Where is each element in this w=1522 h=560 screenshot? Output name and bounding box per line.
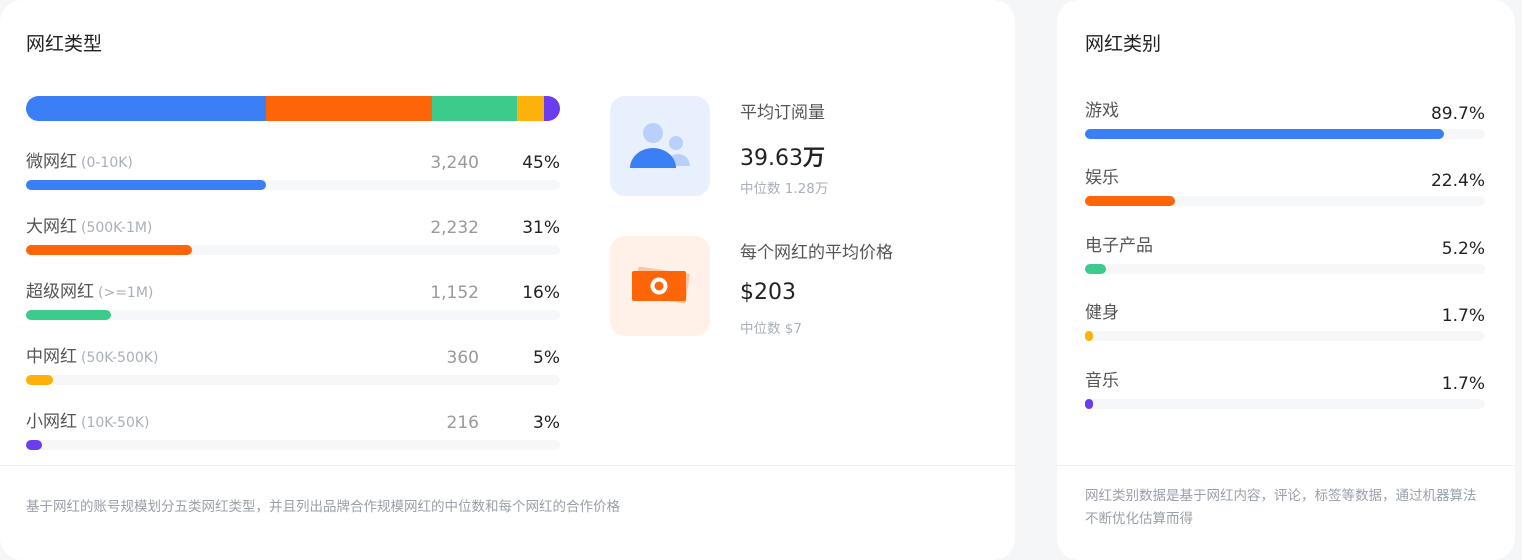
stacked-segment-super: [431, 96, 518, 121]
influencer-types-title: 网红类型: [26, 33, 103, 55]
type-count: 360: [446, 348, 479, 368]
category-progress-fill: [1085, 196, 1175, 206]
card-divider: [1057, 465, 1515, 466]
type-count: 2,232: [430, 218, 479, 238]
avg-subscribers-median: 中位数 1.28万: [740, 181, 829, 197]
type-progress-fill: [26, 310, 111, 320]
type-progress-track: [26, 310, 560, 320]
influencer-types-footnote: 基于网红的账号规模划分五类网红类型，并且列出品牌合作规模网红的中位数和每个网红的…: [26, 499, 620, 515]
category-progress-track: [1085, 129, 1485, 139]
category-percent: 5.2%: [1441, 239, 1485, 259]
type-count: 1,152: [430, 283, 479, 303]
avg-price-median: 中位数 $7: [740, 321, 802, 337]
influencer-categories-title: 网红类别: [1085, 33, 1162, 55]
influencer-types-card: 网红类型 微网红 (0-10K) 3,240 45% 大网红 (500K-1M) 2…: [0, 0, 1015, 560]
type-progress-fill: [26, 440, 42, 450]
category-progress-track: [1085, 331, 1485, 341]
type-progress-fill: [26, 245, 192, 255]
type-progress-track: [26, 245, 560, 255]
category-percent: 89.7%: [1430, 104, 1485, 124]
type-percent: 16%: [522, 283, 560, 303]
influencer-categories-card: 网红类别 游戏 89.7% 娱乐 22.4% 电子产品 5.2% 健身 1.7%…: [1057, 0, 1515, 560]
category-row-entertainment: 娱乐 22.4%: [1085, 163, 1485, 223]
type-row-super: 超级网红 (>=1M) 1,152 16%: [26, 277, 560, 337]
type-row-large: 大网红 (500K-1M) 2,232 31%: [26, 212, 560, 272]
type-name: 大网红: [26, 217, 77, 237]
category-progress-fill: [1085, 129, 1444, 139]
avg-price-value: $203: [740, 280, 796, 305]
money-icon: [610, 236, 710, 336]
category-progress-track: [1085, 399, 1485, 409]
category-name: 娱乐: [1085, 168, 1119, 188]
type-percent: 31%: [522, 218, 560, 238]
type-range: (10K-50K): [81, 415, 150, 431]
type-progress-fill: [26, 375, 53, 385]
type-progress-track: [26, 440, 560, 450]
type-range: (0-10K): [81, 155, 133, 171]
type-name: 中网红: [26, 347, 77, 367]
type-count: 216: [446, 413, 479, 433]
type-count: 3,240: [430, 153, 479, 173]
avg-subscribers-title: 平均订阅量: [740, 103, 825, 123]
category-name: 音乐: [1085, 371, 1119, 391]
category-progress-fill: [1085, 399, 1093, 409]
category-percent: 1.7%: [1441, 306, 1485, 326]
stacked-segment-medium: [517, 96, 544, 121]
influencer-categories-footnote: 网红类别数据是基于网红内容，评论，标签等数据，通过机器算法不断优化估算而得: [1085, 488, 1477, 527]
type-progress-track: [26, 180, 560, 190]
type-name: 小网红: [26, 412, 77, 432]
type-row-small: 小网红 (10K-50K) 216 3%: [26, 407, 560, 467]
category-percent: 1.7%: [1441, 374, 1485, 394]
category-progress-track: [1085, 264, 1485, 274]
category-progress-fill: [1085, 331, 1093, 341]
type-percent: 45%: [522, 153, 560, 173]
influencer-types-stacked-bar: [26, 96, 560, 121]
type-percent: 5%: [533, 348, 560, 368]
type-range: (500K-1M): [81, 220, 153, 236]
card-divider: [0, 465, 1015, 466]
category-name: 游戏: [1085, 101, 1119, 121]
type-progress-track: [26, 375, 560, 385]
category-row-fitness: 健身 1.7%: [1085, 298, 1485, 358]
category-row-music: 音乐 1.7%: [1085, 366, 1485, 426]
type-row-micro: 微网红 (0-10K) 3,240 45%: [26, 147, 560, 207]
stacked-segment-small: [543, 96, 560, 121]
users-icon: [610, 96, 710, 196]
category-name: 健身: [1085, 303, 1119, 323]
category-row-gaming: 游戏 89.7%: [1085, 96, 1485, 156]
type-name: 超级网红: [26, 282, 94, 302]
type-percent: 3%: [533, 413, 560, 433]
type-name: 微网红: [26, 152, 77, 172]
category-progress-track: [1085, 196, 1485, 206]
avg-price-title: 每个网红的平均价格: [740, 243, 893, 263]
avg-subscribers-value: 39.63万: [740, 146, 825, 171]
category-row-electronics: 电子产品 5.2%: [1085, 231, 1485, 291]
category-percent: 22.4%: [1430, 171, 1485, 191]
category-progress-fill: [1085, 264, 1106, 274]
type-row-medium: 中网红 (50K-500K) 360 5%: [26, 342, 560, 402]
type-range: (50K-500K): [81, 350, 159, 366]
stacked-segment-micro: [26, 96, 267, 121]
type-range: (>=1M): [98, 285, 154, 301]
category-name: 电子产品: [1085, 236, 1153, 256]
type-progress-fill: [26, 180, 266, 190]
stacked-segment-large: [266, 96, 432, 121]
